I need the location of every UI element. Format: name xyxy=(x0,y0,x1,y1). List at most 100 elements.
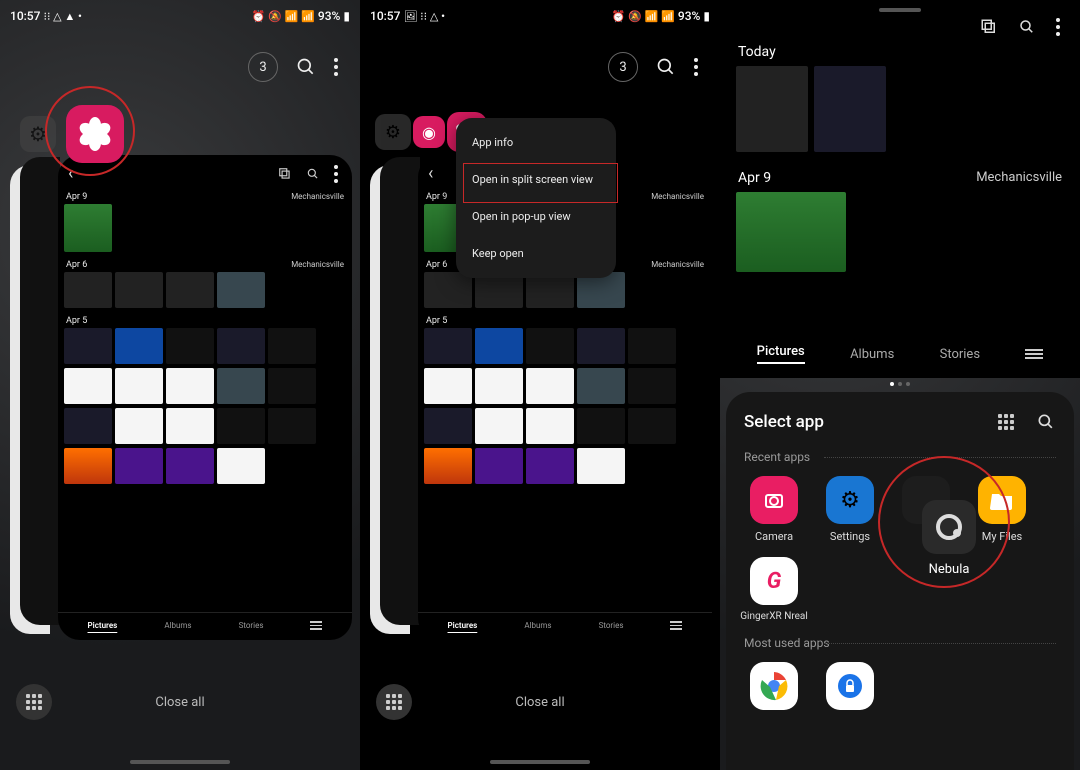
photo-thumbnail[interactable] xyxy=(736,66,808,152)
photo-thumbnail[interactable] xyxy=(166,328,214,364)
photo-thumbnail[interactable] xyxy=(64,368,112,404)
back-icon[interactable]: ‹ xyxy=(68,163,73,184)
app-settings[interactable]: ⚙Settings xyxy=(820,476,880,543)
photo-thumbnail[interactable] xyxy=(166,368,214,404)
photo-thumbnail[interactable] xyxy=(64,272,112,308)
settings-mini-icon[interactable]: ⚙ xyxy=(375,114,411,150)
photo-thumbnail[interactable] xyxy=(577,368,625,404)
photo-thumbnail[interactable] xyxy=(115,408,163,444)
photo-thumbnail[interactable] xyxy=(475,408,523,444)
tab-albums[interactable]: Albums xyxy=(164,621,191,630)
photo-thumbnail[interactable] xyxy=(166,408,214,444)
more-options-icon[interactable] xyxy=(334,58,338,76)
photo-thumbnail[interactable] xyxy=(166,272,214,308)
photo-thumbnail[interactable] xyxy=(217,408,265,444)
photo-thumbnail[interactable] xyxy=(268,328,316,364)
photo-thumbnail[interactable] xyxy=(424,448,472,484)
tab-stories[interactable]: Stories xyxy=(599,621,624,630)
apps-grid-button[interactable] xyxy=(16,684,52,720)
drag-handle[interactable] xyxy=(879,8,921,12)
multiwindow-icon[interactable] xyxy=(980,18,998,36)
menu-keep-open[interactable]: Keep open xyxy=(456,235,616,272)
tab-albums[interactable]: Albums xyxy=(524,621,551,630)
photo-thumbnail[interactable] xyxy=(736,192,846,272)
close-all-button[interactable]: Close all xyxy=(360,695,720,710)
gallery-app-icon[interactable] xyxy=(66,105,124,163)
app-chrome[interactable] xyxy=(744,662,804,710)
photo-thumbnail[interactable] xyxy=(526,448,574,484)
home-indicator[interactable] xyxy=(130,760,230,764)
photo-thumbnail[interactable] xyxy=(475,328,523,364)
app-gingerxr[interactable]: GGingerXR Nreal xyxy=(744,557,804,622)
recents-app-icons: ⚙ xyxy=(20,105,124,163)
home-indicator[interactable] xyxy=(490,760,590,764)
menu-popup-view[interactable]: Open in pop-up view xyxy=(456,198,616,235)
photo-thumbnail[interactable] xyxy=(475,368,523,404)
menu-split-screen[interactable]: Open in split screen view xyxy=(456,161,616,198)
photo-thumbnail[interactable] xyxy=(814,66,886,152)
gallery-recent-card[interactable]: ‹ Apr 9Mechanicsville Apr 6Mechanicsvill… xyxy=(58,155,352,640)
menu-app-info[interactable]: App info xyxy=(456,124,616,161)
tab-albums[interactable]: Albums xyxy=(850,347,894,362)
open-app-count[interactable]: 3 xyxy=(248,52,278,82)
photo-thumbnail[interactable] xyxy=(115,368,163,404)
photo-thumbnail[interactable] xyxy=(577,408,625,444)
tab-pictures[interactable]: Pictures xyxy=(88,621,118,630)
photo-thumbnail[interactable] xyxy=(217,328,265,364)
photo-thumbnail[interactable] xyxy=(217,368,265,404)
background-card-2[interactable] xyxy=(20,157,60,625)
photo-thumbnail[interactable] xyxy=(268,408,316,444)
app-authenticator[interactable] xyxy=(820,662,880,710)
more-icon[interactable] xyxy=(1056,18,1060,36)
photo-thumbnail[interactable] xyxy=(64,448,112,484)
photo-thumbnail[interactable] xyxy=(115,328,163,364)
search-icon[interactable] xyxy=(296,57,316,77)
tab-stories[interactable]: Stories xyxy=(239,621,264,630)
photo-thumbnail[interactable] xyxy=(424,368,472,404)
photo-thumbnail[interactable] xyxy=(115,448,163,484)
tab-pictures[interactable]: Pictures xyxy=(448,621,478,630)
photo-thumbnail[interactable] xyxy=(577,328,625,364)
photo-thumbnail[interactable] xyxy=(268,368,316,404)
photo-thumbnail[interactable] xyxy=(166,448,214,484)
camera-mini-icon[interactable]: ◉ xyxy=(413,116,445,148)
photo-thumbnail[interactable] xyxy=(526,368,574,404)
settings-mini-icon[interactable]: ⚙ xyxy=(20,116,56,152)
menu-icon[interactable] xyxy=(310,621,322,630)
menu-icon[interactable] xyxy=(1025,349,1043,359)
photo-thumbnail[interactable] xyxy=(475,448,523,484)
search-icon[interactable] xyxy=(306,167,320,181)
photo-thumbnail[interactable] xyxy=(628,408,676,444)
close-all-button[interactable]: Close all xyxy=(0,695,360,710)
app-camera[interactable]: Camera xyxy=(744,476,804,543)
more-icon[interactable] xyxy=(334,165,338,183)
search-icon[interactable] xyxy=(1036,412,1056,432)
photo-thumbnail[interactable] xyxy=(424,272,472,308)
multiwindow-icon[interactable] xyxy=(278,167,292,181)
nebula-app-highlighted[interactable]: Nebula xyxy=(910,488,988,588)
menu-icon[interactable] xyxy=(670,621,682,630)
grid-view-icon[interactable] xyxy=(998,414,1014,430)
photo-thumbnail[interactable] xyxy=(526,328,574,364)
photo-thumbnail[interactable] xyxy=(217,272,265,308)
search-icon[interactable] xyxy=(656,57,676,77)
photo-thumbnail[interactable] xyxy=(526,408,574,444)
search-icon[interactable] xyxy=(1018,18,1036,36)
apps-grid-button[interactable] xyxy=(376,684,412,720)
more-options-icon[interactable] xyxy=(694,58,698,76)
photo-thumbnail[interactable] xyxy=(424,328,472,364)
photo-thumbnail[interactable] xyxy=(115,272,163,308)
photo-thumbnail[interactable] xyxy=(628,328,676,364)
photo-thumbnail[interactable] xyxy=(628,368,676,404)
photo-thumbnail[interactable] xyxy=(64,328,112,364)
photo-thumbnail[interactable] xyxy=(217,448,265,484)
open-app-count[interactable]: 3 xyxy=(608,52,638,82)
tab-stories[interactable]: Stories xyxy=(940,347,980,362)
photo-thumbnail[interactable] xyxy=(64,204,112,252)
tab-pictures[interactable]: Pictures xyxy=(757,344,805,364)
back-icon[interactable]: ‹ xyxy=(428,163,433,184)
photo-thumbnail[interactable] xyxy=(424,408,472,444)
background-card-2[interactable] xyxy=(380,157,420,625)
photo-thumbnail[interactable] xyxy=(64,408,112,444)
photo-thumbnail[interactable] xyxy=(577,448,625,484)
